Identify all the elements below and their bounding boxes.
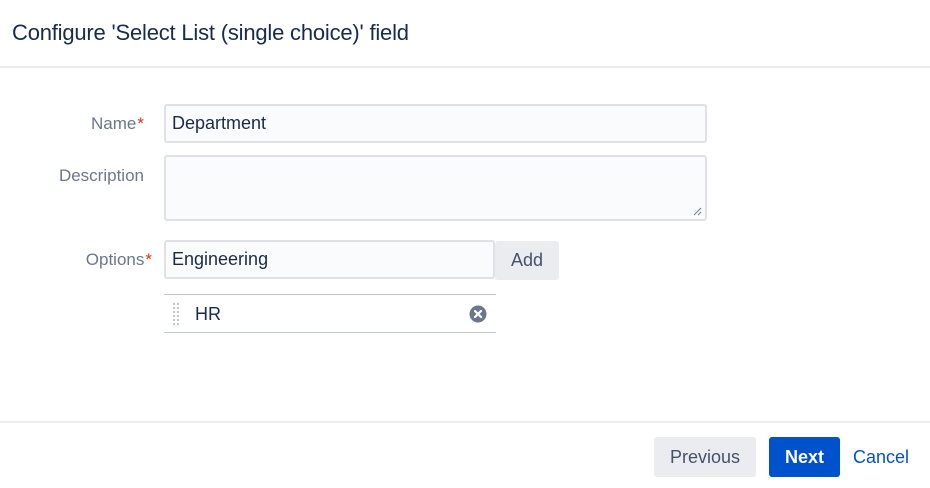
option-input-value: Engineering [172, 249, 269, 269]
description-field[interactable] [164, 155, 707, 221]
cancel-link[interactable]: Cancel [853, 447, 909, 468]
name-required-indicator: * [137, 114, 144, 133]
configure-field-dialog: Configure 'Select List (single choice)' … [0, 0, 930, 488]
next-button[interactable]: Next [769, 437, 840, 477]
option-list-item[interactable]: HR [164, 294, 496, 333]
description-label: Description [58, 166, 144, 185]
option-input[interactable]: Engineering [164, 240, 495, 279]
resize-handle-icon[interactable] [693, 207, 702, 216]
options-label-text: Options [85, 250, 145, 269]
name-field[interactable]: Department [164, 104, 707, 143]
option-label: HR [195, 304, 221, 324]
remove-icon[interactable] [469, 305, 487, 323]
drag-handle-icon[interactable] [172, 302, 180, 326]
dialog-header: Configure 'Select List (single choice)' … [0, 0, 930, 68]
name-label: Name* [91, 114, 144, 134]
previous-button[interactable]: Previous [654, 437, 756, 477]
dialog-title: Configure 'Select List (single choice)' … [12, 20, 409, 45]
options-required-indicator: * [145, 250, 152, 269]
add-option-button[interactable]: Add [495, 241, 559, 280]
name-field-value: Department [172, 113, 267, 133]
options-label: Options* [86, 250, 152, 270]
name-label-text: Name [91, 114, 137, 133]
